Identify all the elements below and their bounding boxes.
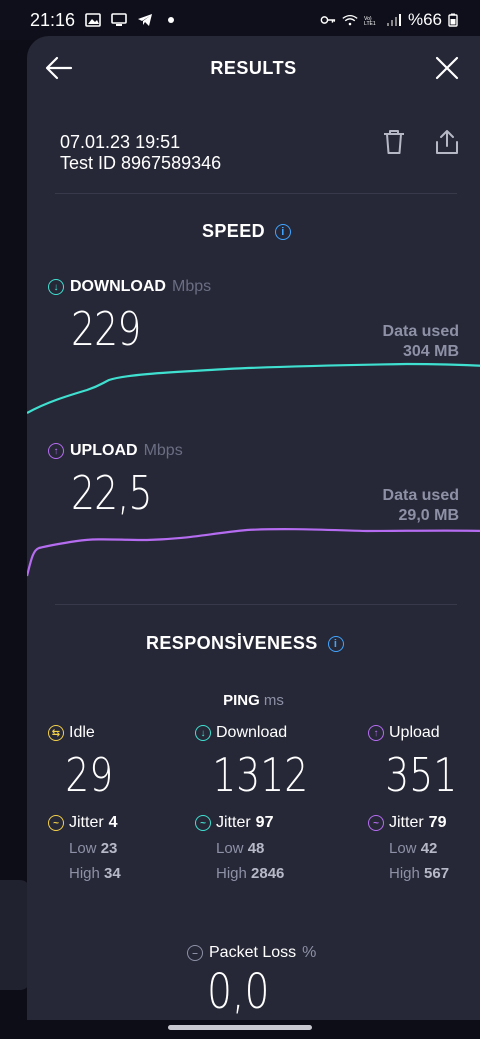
- status-bar: 21:16 Vo) LTE1 %66: [0, 0, 480, 40]
- download-data-used-label: Data used: [382, 323, 459, 340]
- status-time: 21:16: [30, 9, 76, 30]
- packet-loss-unit: %: [302, 944, 317, 961]
- ping-download-jitter-label: Jitter: [216, 814, 251, 831]
- ping-idle-label: ⇆ Idle: [48, 724, 128, 742]
- home-indicator[interactable]: [168, 1025, 312, 1030]
- speed-section-title: SPEED i: [202, 221, 292, 242]
- result-datetime: 07.01.23 19:51: [60, 132, 181, 152]
- ping-upload-jitter-value: 79: [428, 814, 447, 831]
- result-test-id: Test ID 8967589346: [60, 153, 222, 173]
- key-icon: [320, 16, 336, 24]
- svg-text:LTE1: LTE1: [364, 21, 376, 27]
- ping-idle-high-value: 34: [104, 865, 121, 882]
- jitter-icon: ~: [48, 815, 64, 831]
- upload-unit: Mbps: [143, 442, 183, 459]
- ping-download-jitter: ~ Jitter 97: [195, 814, 333, 832]
- ping-download-high-label: High: [216, 865, 247, 882]
- ping-idle-jitter-label: Jitter: [69, 814, 104, 831]
- info-icon[interactable]: i: [327, 635, 344, 652]
- download-unit: Mbps: [171, 278, 212, 295]
- ping-download-label-text: Download: [216, 724, 288, 741]
- wifi-icon: [342, 14, 358, 26]
- packet-loss-label: – Packet Loss %: [187, 944, 316, 962]
- ping-upload-high: High 567: [368, 865, 477, 882]
- download-arrow-icon: ↓: [48, 279, 64, 295]
- ping-unit: ms: [263, 692, 284, 709]
- ping-download-low-label: Low: [216, 840, 244, 857]
- header: RESULTS: [27, 36, 480, 100]
- ping-idle-high-label: High: [69, 865, 100, 882]
- ping-idle-jitter: ~ Jitter 4: [48, 814, 128, 832]
- divider: [55, 193, 457, 194]
- ping-download-column: ↓ Download 1312 ~ Jitter 97 Low 48 High …: [195, 724, 333, 882]
- divider: [55, 604, 457, 605]
- battery-percent: %66: [407, 10, 442, 29]
- results-sheet: RESULTS 07.01.23 19:51 Test ID 896758934…: [27, 36, 480, 1020]
- ping-idle-column: ⇆ Idle 29 ~ Jitter 4 Low 23 High 34: [48, 724, 128, 882]
- download-label: ↓ DOWNLOAD Mbps: [48, 278, 211, 296]
- ping-idle-value: 29: [65, 748, 114, 802]
- upload-arrow-icon: ↑: [48, 443, 64, 459]
- ping-upload-low: Low 42: [368, 840, 477, 857]
- close-icon[interactable]: [431, 52, 463, 84]
- result-meta: 07.01.23 19:51 Test ID 8967589346: [60, 132, 221, 174]
- ping-upload-value: 351: [385, 748, 458, 802]
- ping-idle-low: Low 23: [48, 840, 128, 857]
- ping-idle-label-text: Idle: [69, 724, 95, 741]
- ping-idle-high: High 34: [48, 865, 128, 882]
- upload-arrow-icon: ↑: [368, 725, 384, 741]
- ping-idle-low-value: 23: [100, 840, 118, 857]
- idle-icon: ⇆: [48, 725, 64, 741]
- info-icon[interactable]: i: [275, 223, 292, 240]
- responsiveness-section-title: RESPONSİVENESS i: [146, 633, 344, 654]
- ping-download-label: ↓ Download: [195, 724, 333, 742]
- upload-data-used-label: Data used: [382, 487, 459, 504]
- download-arrow-icon: ↓: [195, 725, 211, 741]
- ping-label: PING: [223, 692, 260, 709]
- ping-upload-label: ↑ Upload: [368, 724, 477, 742]
- ping-upload-high-label: High: [389, 865, 420, 882]
- ping-upload-jitter-label: Jitter: [389, 814, 424, 831]
- ping-upload-low-value: 42: [420, 840, 438, 857]
- upload-label-text: UPLOAD: [70, 442, 138, 459]
- ping-upload-jitter: ~ Jitter 79: [368, 814, 477, 832]
- ping-upload-low-label: Low: [389, 840, 417, 857]
- ping-upload-column: ↑ Upload 351 ~ Jitter 79 Low 42 High 567: [368, 724, 477, 882]
- jitter-icon: ~: [195, 815, 211, 831]
- jitter-icon: ~: [368, 815, 384, 831]
- share-icon[interactable]: [433, 128, 461, 156]
- ping-download-high-value: 2846: [251, 865, 285, 882]
- upload-speed-graph: [27, 528, 480, 577]
- packet-loss-icon: –: [187, 945, 203, 961]
- upload-label: ↑ UPLOAD Mbps: [48, 442, 183, 460]
- download-label-text: DOWNLOAD: [70, 278, 166, 295]
- download-speed-graph: [27, 362, 480, 414]
- dot-icon: [168, 17, 175, 23]
- signal-icon: [386, 14, 401, 26]
- ping-download-jitter-value: 97: [255, 814, 274, 831]
- ping-idle-low-label: Low: [69, 840, 97, 857]
- monitor-icon: [111, 13, 127, 26]
- telegram-icon: [138, 14, 153, 26]
- upload-speed-value: 22,5: [71, 466, 153, 520]
- ping-download-low: Low 48: [195, 840, 333, 857]
- page-title: RESULTS: [210, 58, 297, 78]
- volte-icon: Vo)LTE1: [364, 16, 376, 27]
- ping-download-high: High 2846: [195, 865, 333, 882]
- trash-icon[interactable]: [381, 128, 407, 156]
- ping-title: PING ms: [27, 692, 480, 709]
- ping-upload-label-text: Upload: [389, 724, 440, 741]
- download-speed-value: 229: [71, 302, 141, 356]
- ping-upload-high-value: 567: [424, 865, 450, 882]
- ping-idle-jitter-value: 4: [108, 814, 118, 831]
- battery-icon: [448, 13, 458, 27]
- speed-title-label: SPEED: [202, 221, 266, 241]
- packet-loss-label-text: Packet Loss: [209, 944, 297, 961]
- gallery-icon: [85, 13, 101, 27]
- ping-download-value: 1312: [212, 748, 309, 802]
- responsiveness-title-label: RESPONSİVENESS: [146, 633, 318, 653]
- packet-loss-value: 0,0: [207, 964, 270, 1020]
- ping-download-low-value: 48: [247, 840, 265, 857]
- background-card: [0, 880, 30, 990]
